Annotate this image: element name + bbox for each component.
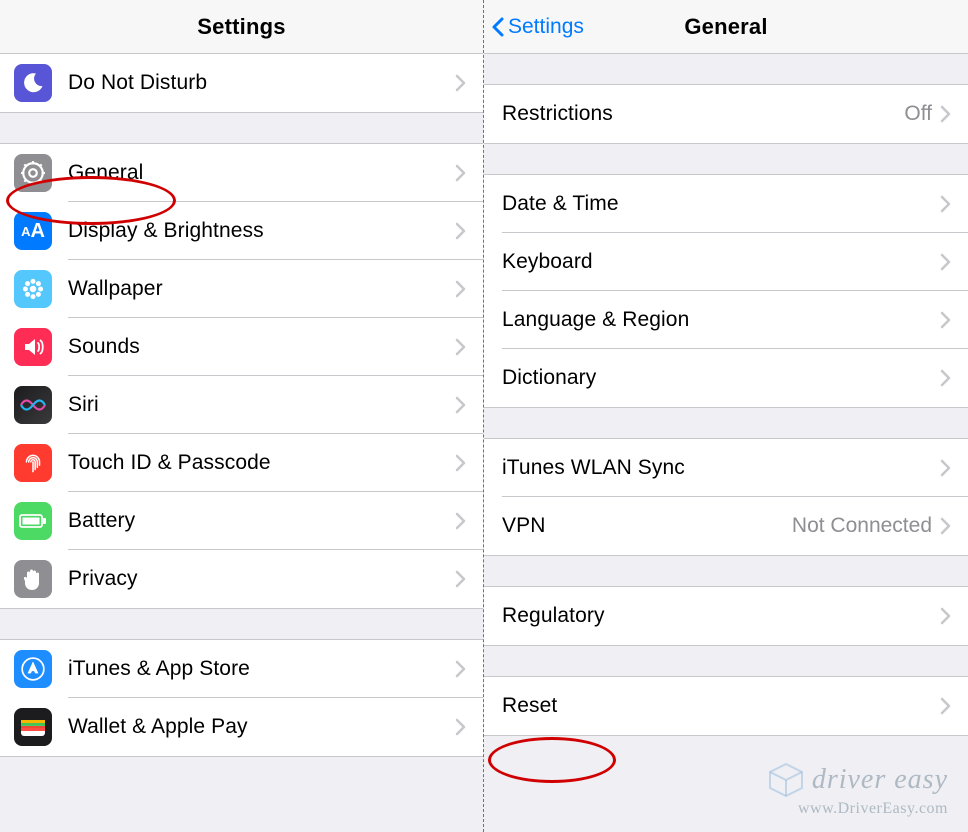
chevron-right-icon bbox=[940, 253, 952, 271]
row-wallpaper[interactable]: Wallpaper bbox=[0, 260, 483, 318]
general-scroll[interactable]: Restrictions Off Date & Time Keyboard bbox=[484, 54, 968, 832]
row-dictionary[interactable]: Dictionary bbox=[484, 349, 968, 407]
chevron-right-icon bbox=[455, 164, 467, 182]
chevron-right-icon bbox=[940, 195, 952, 213]
chevron-right-icon bbox=[455, 570, 467, 588]
chevron-right-icon bbox=[455, 718, 467, 736]
row-touch-id[interactable]: Touch ID & Passcode bbox=[0, 434, 483, 492]
row-label: Restrictions bbox=[484, 102, 904, 126]
row-itunes-app-store[interactable]: iTunes & App Store bbox=[0, 640, 483, 698]
row-itunes-wlan-sync[interactable]: iTunes WLAN Sync bbox=[484, 439, 968, 497]
chevron-right-icon bbox=[455, 74, 467, 92]
back-label: Settings bbox=[508, 15, 584, 39]
chevron-right-icon bbox=[455, 222, 467, 240]
row-label: Dictionary bbox=[484, 366, 940, 390]
row-vpn[interactable]: VPN Not Connected bbox=[484, 497, 968, 555]
row-label: Battery bbox=[68, 509, 455, 533]
chevron-right-icon bbox=[455, 454, 467, 472]
row-label: iTunes WLAN Sync bbox=[484, 456, 940, 480]
siri-icon bbox=[14, 386, 52, 424]
row-date-time[interactable]: Date & Time bbox=[484, 175, 968, 233]
row-reset[interactable]: Reset bbox=[484, 677, 968, 735]
chevron-right-icon bbox=[455, 660, 467, 678]
row-label: Touch ID & Passcode bbox=[68, 451, 455, 475]
hand-icon bbox=[14, 560, 52, 598]
row-wallet-apple-pay[interactable]: Wallet & Apple Pay bbox=[0, 698, 483, 756]
chevron-right-icon bbox=[455, 396, 467, 414]
row-siri[interactable]: Siri bbox=[0, 376, 483, 434]
row-label: Wallpaper bbox=[68, 277, 455, 301]
moon-icon bbox=[14, 64, 52, 102]
chevron-right-icon bbox=[940, 459, 952, 477]
row-value: Off bbox=[904, 102, 932, 126]
settings-pane: Settings Do Not Disturb General bbox=[0, 0, 484, 832]
fingerprint-icon bbox=[14, 444, 52, 482]
navbar-general: Settings General bbox=[484, 0, 968, 54]
chevron-right-icon bbox=[940, 311, 952, 329]
chevron-right-icon bbox=[940, 607, 952, 625]
back-button[interactable]: Settings bbox=[490, 0, 584, 54]
chevron-right-icon bbox=[940, 517, 952, 535]
chevron-left-icon bbox=[490, 16, 506, 38]
page-title: General bbox=[684, 14, 767, 40]
row-label: Do Not Disturb bbox=[68, 71, 455, 95]
row-general[interactable]: General bbox=[0, 144, 483, 202]
chevron-right-icon bbox=[940, 369, 952, 387]
text-size-icon: AA bbox=[14, 212, 52, 250]
battery-icon bbox=[14, 502, 52, 540]
row-label: Regulatory bbox=[484, 604, 940, 628]
settings-scroll[interactable]: Do Not Disturb General AA bbox=[0, 54, 483, 832]
row-label: iTunes & App Store bbox=[68, 657, 455, 681]
wallet-icon bbox=[14, 708, 52, 746]
flower-icon bbox=[14, 270, 52, 308]
row-keyboard[interactable]: Keyboard bbox=[484, 233, 968, 291]
row-label: Privacy bbox=[68, 567, 455, 591]
chevron-right-icon bbox=[455, 338, 467, 356]
general-pane: Settings General Restrictions Off Date &… bbox=[484, 0, 968, 832]
row-do-not-disturb[interactable]: Do Not Disturb bbox=[0, 54, 483, 112]
row-battery[interactable]: Battery bbox=[0, 492, 483, 550]
appstore-icon bbox=[14, 650, 52, 688]
chevron-right-icon bbox=[940, 105, 952, 123]
chevron-right-icon bbox=[940, 697, 952, 715]
row-privacy[interactable]: Privacy bbox=[0, 550, 483, 608]
row-label: VPN bbox=[484, 514, 792, 538]
row-label: General bbox=[68, 161, 455, 185]
page-title: Settings bbox=[197, 14, 285, 40]
row-label: Reset bbox=[484, 694, 940, 718]
navbar-settings: Settings bbox=[0, 0, 483, 54]
row-label: Language & Region bbox=[484, 308, 940, 332]
gear-icon bbox=[14, 154, 52, 192]
speaker-icon bbox=[14, 328, 52, 366]
row-label: Display & Brightness bbox=[68, 219, 455, 243]
row-restrictions[interactable]: Restrictions Off bbox=[484, 85, 968, 143]
chevron-right-icon bbox=[455, 280, 467, 298]
row-display-brightness[interactable]: AA Display & Brightness bbox=[0, 202, 483, 260]
row-language-region[interactable]: Language & Region bbox=[484, 291, 968, 349]
row-label: Sounds bbox=[68, 335, 455, 359]
row-label: Date & Time bbox=[484, 192, 940, 216]
row-label: Siri bbox=[68, 393, 455, 417]
row-label: Keyboard bbox=[484, 250, 940, 274]
row-label: Wallet & Apple Pay bbox=[68, 715, 455, 739]
row-sounds[interactable]: Sounds bbox=[0, 318, 483, 376]
row-value: Not Connected bbox=[792, 514, 932, 538]
row-regulatory[interactable]: Regulatory bbox=[484, 587, 968, 645]
chevron-right-icon bbox=[455, 512, 467, 530]
